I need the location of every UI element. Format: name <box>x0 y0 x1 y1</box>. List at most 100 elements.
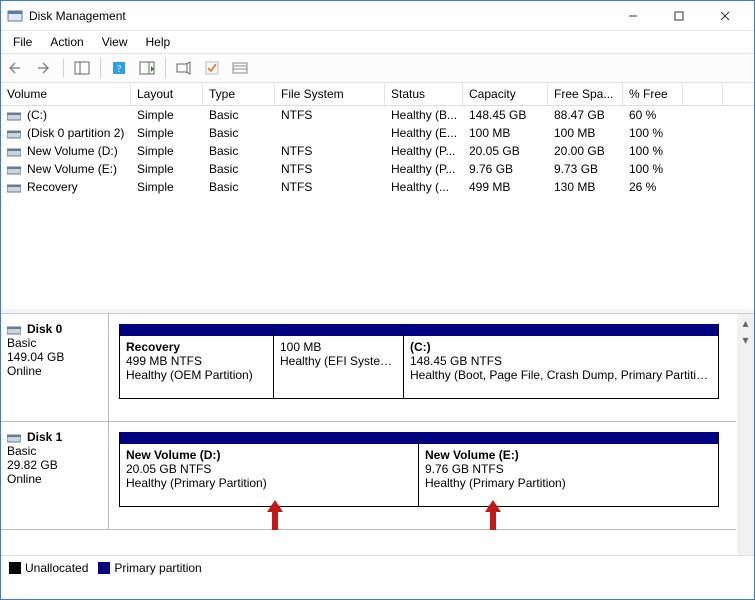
col-status[interactable]: Status <box>385 83 463 105</box>
svg-text:?: ? <box>117 64 122 75</box>
check-icon[interactable] <box>200 57 224 79</box>
disk-state: Online <box>7 364 102 378</box>
disk-type: Basic <box>7 444 102 458</box>
table-row[interactable]: RecoverySimpleBasicNTFSHealthy (...499 M… <box>1 178 754 196</box>
partition-title: Recovery <box>126 340 267 354</box>
cell-volume: (Disk 0 partition 2) <box>1 125 131 141</box>
action-pane-icon[interactable] <box>135 57 159 79</box>
table-row[interactable]: New Volume (E:)SimpleBasicNTFSHealthy (P… <box>1 160 754 178</box>
partition-size: 499 MB NTFS <box>126 354 267 368</box>
cell-status: Healthy (P... <box>385 143 463 159</box>
disk-row: Disk 0Basic149.04 GBOnlineRecovery499 MB… <box>1 314 736 422</box>
scroll-down-icon[interactable]: ▾ <box>737 331 754 348</box>
partition-size: 20.05 GB NTFS <box>126 462 412 476</box>
cell-pct: 60 % <box>623 107 683 123</box>
partition[interactable]: (C:)148.45 GB NTFSHealthy (Boot, Page Fi… <box>404 324 719 399</box>
menu-action[interactable]: Action <box>42 33 91 51</box>
toolbar: ? <box>1 53 754 83</box>
col-filesystem[interactable]: File System <box>275 83 385 105</box>
partition-title: (C:) <box>410 340 712 354</box>
cell-type: Basic <box>203 161 275 177</box>
partition-size: 9.76 GB NTFS <box>425 462 712 476</box>
settings-icon[interactable] <box>172 57 196 79</box>
cell-volume: (C:) <box>1 107 131 123</box>
menu-view[interactable]: View <box>94 33 136 51</box>
cell-status: Healthy (... <box>385 179 463 195</box>
cell-pct: 100 % <box>623 161 683 177</box>
partition-area: New Volume (D:)20.05 GB NTFSHealthy (Pri… <box>109 422 736 529</box>
cell-status: Healthy (P... <box>385 161 463 177</box>
cell-volume: New Volume (D:) <box>1 143 131 159</box>
volume-icon <box>7 430 21 444</box>
cell-capacity: 148.45 GB <box>463 107 548 123</box>
col-volume[interactable]: Volume <box>1 83 131 105</box>
volume-icon <box>7 108 21 122</box>
table-row[interactable]: New Volume (D:)SimpleBasicNTFSHealthy (P… <box>1 142 754 160</box>
toolbar-separator <box>100 58 101 78</box>
forward-button[interactable] <box>33 57 57 79</box>
cell-volume: Recovery <box>1 179 131 195</box>
disk-info[interactable]: Disk 0Basic149.04 GBOnline <box>1 314 109 421</box>
partition[interactable]: Recovery499 MB NTFSHealthy (OEM Partitio… <box>119 324 274 399</box>
col-capacity[interactable]: Capacity <box>463 83 548 105</box>
cell-free: 100 MB <box>548 125 623 141</box>
partition-area: Recovery499 MB NTFSHealthy (OEM Partitio… <box>109 314 736 421</box>
volume-icon <box>7 180 21 194</box>
cell-capacity: 499 MB <box>463 179 548 195</box>
partition-status: Healthy (EFI System P <box>280 354 397 368</box>
cell-pct: 100 % <box>623 143 683 159</box>
cell-capacity: 9.76 GB <box>463 161 548 177</box>
scrollbar-vertical[interactable]: ▴ ▾ <box>737 314 754 555</box>
close-button[interactable] <box>702 2 748 30</box>
col-type[interactable]: Type <box>203 83 275 105</box>
disk-name: Disk 1 <box>27 430 62 444</box>
disk-info[interactable]: Disk 1Basic29.82 GBOnline <box>1 422 109 529</box>
list-icon[interactable] <box>228 57 252 79</box>
partition[interactable]: New Volume (D:)20.05 GB NTFSHealthy (Pri… <box>119 432 419 507</box>
col-pctfree[interactable]: % Free <box>623 83 683 105</box>
partition[interactable]: 100 MBHealthy (EFI System P <box>274 324 404 399</box>
toolbar-separator <box>63 58 64 78</box>
col-layout[interactable]: Layout <box>131 83 203 105</box>
partition-status: Healthy (Primary Partition) <box>126 476 412 490</box>
disk-graphical-pane[interactable]: Disk 0Basic149.04 GBOnlineRecovery499 MB… <box>1 313 754 555</box>
legend: Unallocated Primary partition <box>1 555 754 579</box>
partition[interactable]: New Volume (E:)9.76 GB NTFSHealthy (Prim… <box>419 432 719 507</box>
cell-layout: Simple <box>131 161 203 177</box>
titlebar: Disk Management <box>1 1 754 31</box>
menu-help[interactable]: Help <box>138 33 179 51</box>
cell-layout: Simple <box>131 125 203 141</box>
scroll-up-icon[interactable]: ▴ <box>737 314 754 331</box>
cell-capacity: 100 MB <box>463 125 548 141</box>
volume-list[interactable]: Volume Layout Type File System Status Ca… <box>1 83 754 313</box>
help-icon[interactable]: ? <box>107 57 131 79</box>
partition-title: New Volume (E:) <box>425 448 712 462</box>
cell-type: Basic <box>203 107 275 123</box>
cell-layout: Simple <box>131 107 203 123</box>
cell-type: Basic <box>203 143 275 159</box>
col-spacer <box>683 83 723 105</box>
col-free[interactable]: Free Spa... <box>548 83 623 105</box>
partition-title: New Volume (D:) <box>126 448 412 462</box>
table-row[interactable]: (Disk 0 partition 2)SimpleBasicHealthy (… <box>1 124 754 142</box>
cell-free: 20.00 GB <box>548 143 623 159</box>
legend-primary: Primary partition <box>98 561 201 575</box>
menu-file[interactable]: File <box>5 33 40 51</box>
disk-size: 149.04 GB <box>7 350 102 364</box>
disk-row: Disk 1Basic29.82 GBOnlineNew Volume (D:)… <box>1 422 736 530</box>
disk-type: Basic <box>7 336 102 350</box>
cell-layout: Simple <box>131 143 203 159</box>
cell-fs: NTFS <box>275 143 385 159</box>
table-row[interactable]: (C:)SimpleBasicNTFSHealthy (B...148.45 G… <box>1 106 754 124</box>
minimize-button[interactable] <box>610 2 656 30</box>
cell-free: 88.47 GB <box>548 107 623 123</box>
volume-icon <box>7 162 21 176</box>
disk-size: 29.82 GB <box>7 458 102 472</box>
cell-fs: NTFS <box>275 179 385 195</box>
volume-icon <box>7 322 21 336</box>
maximize-button[interactable] <box>656 2 702 30</box>
partition-status: Healthy (Boot, Page File, Crash Dump, Pr… <box>410 368 712 382</box>
back-button[interactable] <box>5 57 29 79</box>
show-hide-console-tree-icon[interactable] <box>70 57 94 79</box>
disk-state: Online <box>7 472 102 486</box>
